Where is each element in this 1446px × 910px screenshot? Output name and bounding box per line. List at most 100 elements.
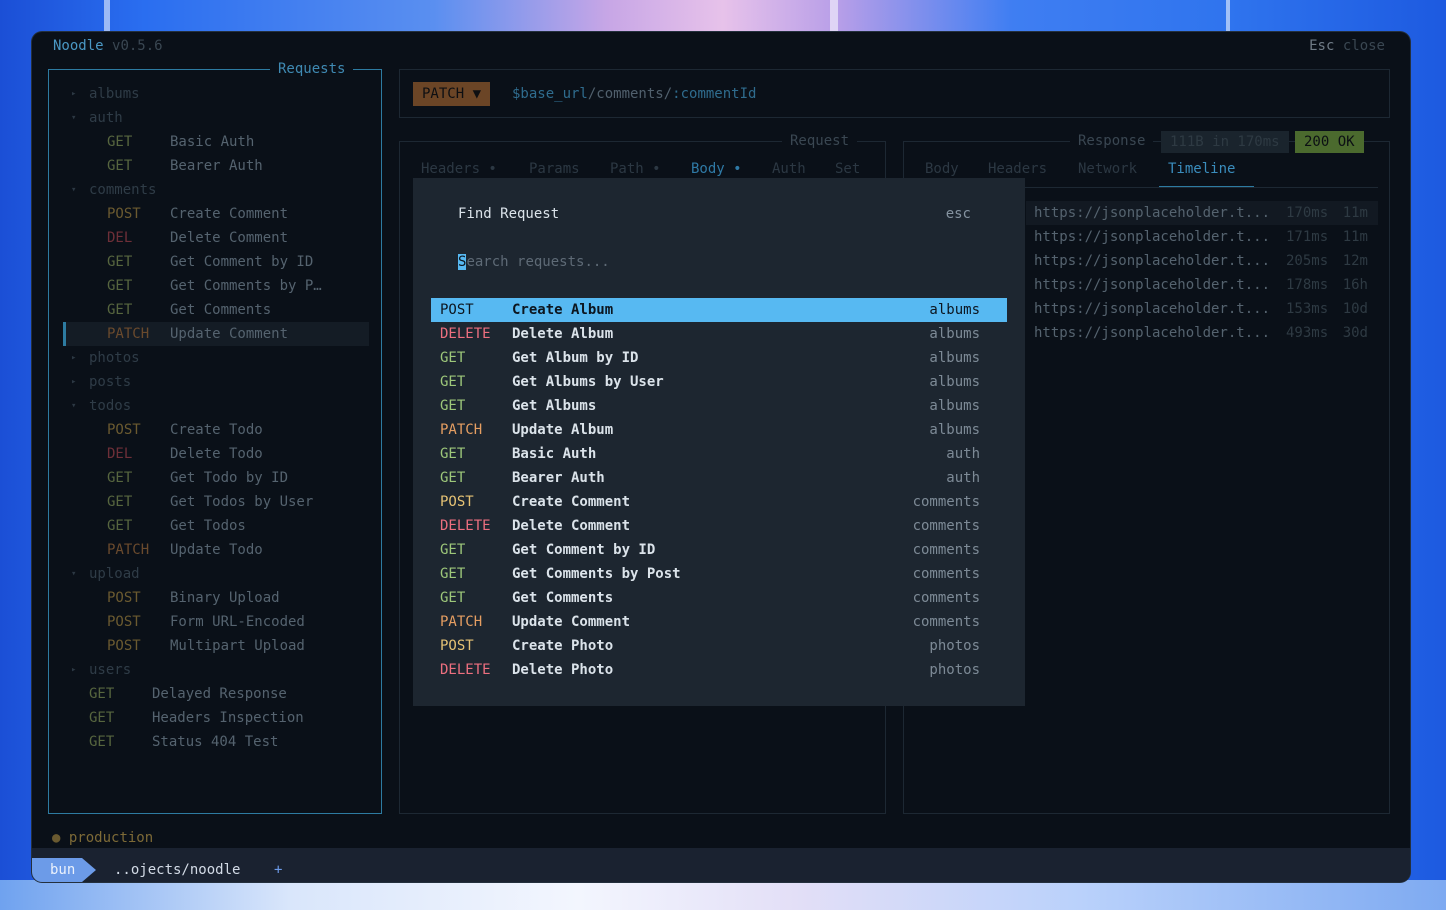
search-result-item[interactable]: GET Get Albums albums bbox=[431, 394, 1007, 418]
request-item[interactable]: POST Binary Upload bbox=[49, 586, 369, 610]
result-method: GET bbox=[440, 446, 466, 462]
new-window-button[interactable]: + bbox=[274, 858, 282, 882]
search-result-item[interactable]: DELETE Delete Album albums bbox=[431, 322, 1007, 346]
folder-todos[interactable]: ▾ todos bbox=[49, 394, 369, 418]
folder-users[interactable]: ▸ users bbox=[49, 658, 369, 682]
request-item[interactable]: GET Get Todos bbox=[49, 514, 369, 538]
request-item[interactable]: GET Get Comments bbox=[49, 298, 369, 322]
result-group: comments bbox=[912, 542, 980, 558]
result-method: GET bbox=[440, 470, 466, 486]
response-tab[interactable]: Network bbox=[1078, 157, 1137, 181]
result-method: GET bbox=[440, 398, 466, 414]
result-method: POST bbox=[440, 302, 474, 318]
result-name: Delete Comment bbox=[512, 518, 631, 534]
session-name[interactable]: bun bbox=[50, 858, 75, 882]
request-item[interactable]: POST Create Todo bbox=[49, 418, 369, 442]
method-label: GET bbox=[107, 158, 133, 174]
timeline-age: 12m bbox=[1342, 253, 1368, 269]
folder-albums[interactable]: ▸ albums bbox=[49, 82, 369, 106]
timeline-entry[interactable]: https://jsonplaceholder.t... 493ms 30d bbox=[1026, 321, 1378, 345]
method-label: GET bbox=[107, 470, 133, 486]
close-hint[interactable]: Esc close bbox=[1309, 38, 1385, 54]
method-label: GET bbox=[107, 254, 133, 270]
request-item[interactable]: GET Bearer Auth bbox=[49, 154, 369, 178]
folder-posts[interactable]: ▸ posts bbox=[49, 370, 369, 394]
request-label: Basic Auth bbox=[170, 134, 255, 150]
request-label: Bearer Auth bbox=[170, 158, 263, 174]
search-result-item[interactable]: PATCH Update Album albums bbox=[431, 418, 1007, 442]
folder-upload[interactable]: ▾ upload bbox=[49, 562, 369, 586]
folder-photos[interactable]: ▸ photos bbox=[49, 346, 369, 370]
request-item[interactable]: GET Basic Auth bbox=[49, 130, 369, 154]
modal-esc-hint[interactable]: esc bbox=[946, 202, 971, 226]
request-label: Create Comment bbox=[170, 206, 289, 222]
url-param: :commentId bbox=[672, 86, 757, 102]
search-result-item[interactable]: GET Get Comments by Post comments bbox=[431, 562, 1007, 586]
timeline-entry[interactable]: https://jsonplaceholder.t... 170ms 11m bbox=[1026, 201, 1378, 225]
search-result-item[interactable]: POST Create Comment comments bbox=[431, 490, 1007, 514]
folder-auth[interactable]: ▾ auth bbox=[49, 106, 369, 130]
result-group: albums bbox=[929, 302, 980, 318]
request-item[interactable]: GET Get Todo by ID bbox=[49, 466, 369, 490]
request-item[interactable]: GET Get Todos by User bbox=[49, 490, 369, 514]
request-item[interactable]: GET Headers Inspection bbox=[49, 706, 369, 730]
request-label: Update Todo bbox=[170, 542, 263, 558]
result-group: auth bbox=[946, 446, 980, 462]
result-method: GET bbox=[440, 590, 466, 606]
timeline-entry[interactable]: https://jsonplaceholder.t... 205ms 12m bbox=[1026, 249, 1378, 273]
search-result-item[interactable]: GET Get Album by ID albums bbox=[431, 346, 1007, 370]
result-method: POST bbox=[440, 638, 474, 654]
request-item[interactable]: POST Form URL-Encoded bbox=[49, 610, 369, 634]
search-result-item[interactable]: GET Get Comment by ID comments bbox=[431, 538, 1007, 562]
timeline-duration: 205ms bbox=[1286, 253, 1329, 269]
url-variable: $base_url bbox=[512, 86, 588, 102]
search-input[interactable]: Search requests... bbox=[458, 250, 610, 274]
response-tab[interactable]: Timeline bbox=[1168, 157, 1235, 181]
timeline-duration: 170ms bbox=[1286, 205, 1329, 221]
search-result-item[interactable]: GET Basic Auth auth bbox=[431, 442, 1007, 466]
search-result-item[interactable]: GET Bearer Auth auth bbox=[431, 466, 1007, 490]
environment-indicator[interactable]: ● production bbox=[52, 828, 153, 848]
app-version: v0.5.6 bbox=[112, 38, 163, 54]
folder-collapsed-icon: ▸ bbox=[71, 353, 77, 363]
search-result-item[interactable]: POST Create Photo photos bbox=[431, 634, 1007, 658]
result-method: DELETE bbox=[440, 518, 491, 534]
search-result-item[interactable]: DELETE Delete Photo photos bbox=[431, 658, 1007, 682]
request-item[interactable]: GET Get Comment by ID bbox=[49, 250, 369, 274]
method-label: GET bbox=[107, 494, 133, 510]
url-input[interactable]: $base_url/comments/:commentId bbox=[512, 82, 756, 106]
folder-expanded-icon: ▾ bbox=[71, 113, 77, 123]
request-label: Headers Inspection bbox=[152, 710, 304, 726]
folder-label: comments bbox=[89, 182, 157, 198]
result-group: albums bbox=[929, 398, 980, 414]
method-label: DEL bbox=[107, 446, 133, 462]
timeline-url: https://jsonplaceholder.t... bbox=[1034, 277, 1271, 293]
request-item[interactable]: GET Get Comments by P… bbox=[49, 274, 369, 298]
request-item[interactable]: PATCH Update Comment bbox=[63, 322, 369, 346]
method-dropdown[interactable]: PATCH ▼ bbox=[413, 82, 491, 106]
request-item[interactable]: DEL Delete Comment bbox=[49, 226, 369, 250]
timeline-entry[interactable]: https://jsonplaceholder.t... 178ms 16h bbox=[1026, 273, 1378, 297]
search-result-item[interactable]: POST Create Album albums bbox=[431, 298, 1007, 322]
timeline-entry[interactable]: https://jsonplaceholder.t... 153ms 10d bbox=[1026, 297, 1378, 321]
timeline-entry[interactable]: https://jsonplaceholder.t... 171ms 11m bbox=[1026, 225, 1378, 249]
app-name: Noodle bbox=[53, 38, 104, 54]
find-request-modal: Find Request esc Search requests... POST… bbox=[413, 178, 1025, 706]
search-result-item[interactable]: GET Get Albums by User albums bbox=[431, 370, 1007, 394]
request-item[interactable]: DEL Delete Todo bbox=[49, 442, 369, 466]
folder-label: todos bbox=[89, 398, 132, 414]
search-result-item[interactable]: GET Get Comments comments bbox=[431, 586, 1007, 610]
request-item[interactable]: GET Delayed Response bbox=[49, 682, 369, 706]
method-label: GET bbox=[107, 518, 133, 534]
method-label: GET bbox=[107, 278, 133, 294]
search-result-item[interactable]: DELETE Delete Comment comments bbox=[431, 514, 1007, 538]
request-item[interactable]: POST Create Comment bbox=[49, 202, 369, 226]
session-arrow-icon bbox=[82, 858, 96, 882]
timeline-age: 11m bbox=[1342, 205, 1368, 221]
search-result-item[interactable]: PATCH Update Comment comments bbox=[431, 610, 1007, 634]
request-item[interactable]: POST Multipart Upload bbox=[49, 634, 369, 658]
folder-comments[interactable]: ▾ comments bbox=[49, 178, 369, 202]
folder-label: posts bbox=[89, 374, 132, 390]
request-item[interactable]: PATCH Update Todo bbox=[49, 538, 369, 562]
request-item[interactable]: GET Status 404 Test bbox=[49, 730, 369, 754]
